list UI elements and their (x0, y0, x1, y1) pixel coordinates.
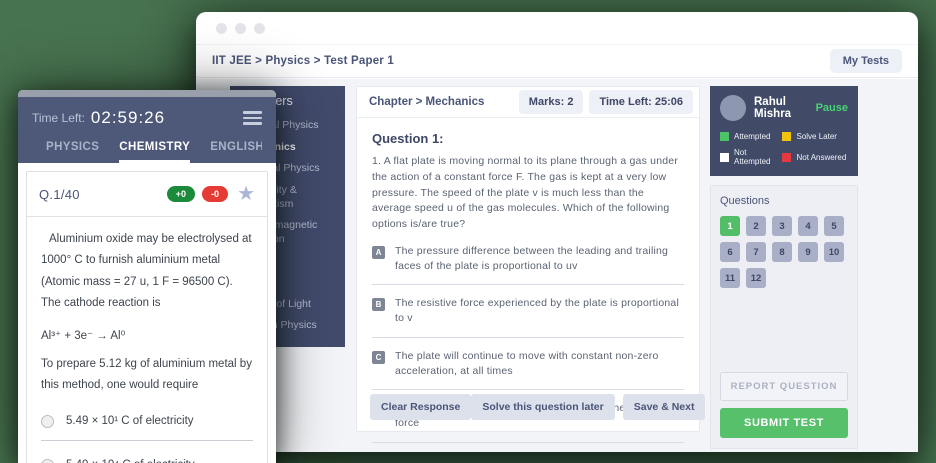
breadcrumb[interactable]: IIT JEE > Physics > Test Paper 1 (212, 55, 394, 67)
legend-not-answered: Not Answered (782, 148, 848, 166)
report-question-button[interactable]: REPORT QUESTION (720, 372, 848, 401)
radio-icon[interactable] (41, 415, 54, 428)
mobile-option-1-text: 5.49 × 10¹ C of electricity (66, 415, 194, 427)
question-tile-8[interactable]: 8 (772, 242, 792, 262)
mobile-header: Time Left: 02:59:26 PHYSICS CHEMISTRY EN… (18, 97, 276, 163)
solve-later-button[interactable]: Solve this question later (471, 394, 614, 420)
mobile-timer: 02:59:26 (91, 108, 165, 128)
attempted-swatch-icon (720, 132, 729, 141)
radio-icon[interactable] (41, 459, 54, 463)
tab-chemistry[interactable]: CHEMISTRY (119, 141, 190, 163)
mobile-question-text-2: To prepare 5.12 kg of aluminium metal by… (41, 354, 253, 397)
right-panel: Rahul Mishra Pause Attempted Solve Later… (710, 86, 858, 449)
option-c[interactable]: C The plate will continue to move with c… (372, 349, 684, 379)
option-a-text: The pressure difference between the lead… (395, 244, 684, 274)
mobile-app-window: Time Left: 02:59:26 PHYSICS CHEMISTRY EN… (18, 90, 276, 463)
question-number-grid: 1 2 3 4 5 6 7 8 9 10 11 12 (720, 216, 848, 288)
positive-marks-badge: +0 (167, 186, 195, 202)
question-tile-7[interactable]: 7 (746, 242, 766, 262)
clear-response-button[interactable]: Clear Response (370, 394, 471, 420)
user-name: Rahul Mishra (754, 96, 808, 120)
submit-test-button[interactable]: SUBMIT TEST (720, 408, 848, 438)
user-box: Rahul Mishra Pause Attempted Solve Later… (710, 86, 858, 176)
divider (372, 284, 684, 285)
question-text: 1. A flat plate is moving normal to its … (372, 154, 684, 233)
mobile-option-2-text: 5.49 × 10⁴ C of electricity (66, 459, 195, 463)
save-next-button[interactable]: Save & Next (623, 394, 706, 420)
question-tile-9[interactable]: 9 (798, 242, 818, 262)
window-titlebar (196, 12, 918, 44)
window-dot-icon[interactable] (254, 23, 265, 34)
window-dot-icon[interactable] (235, 23, 246, 34)
bookmark-star-icon[interactable]: ★ (237, 184, 255, 204)
mobile-time-left-label: Time Left: (32, 111, 85, 125)
chemical-reaction: Al³⁺ + 3e⁻ → Al⁰ (27, 314, 267, 342)
tab-physics[interactable]: PHYSICS (46, 141, 99, 163)
option-b-badge: B (372, 298, 385, 311)
my-tests-button[interactable]: My Tests (830, 49, 902, 73)
mobile-option-1[interactable]: 5.49 × 10¹ C of electricity (27, 397, 267, 428)
legend-label: Not Answered (796, 153, 846, 162)
question-tile-10[interactable]: 10 (824, 242, 844, 262)
window-dot-icon[interactable] (216, 23, 227, 34)
question-tile-4[interactable]: 4 (798, 216, 818, 236)
questions-title: Questions (720, 195, 848, 207)
mobile-question-text: Aluminium oxide may be electrolysed at 1… (41, 229, 253, 314)
question-title: Question 1: (372, 131, 684, 146)
option-b[interactable]: B The resistive force experienced by the… (372, 296, 684, 326)
mobile-question-card: Q.1/40 +0 -0 ★ Aluminium oxide may be el… (26, 171, 268, 463)
question-footer: Clear Response Solve this question later… (370, 394, 686, 420)
legend-label: Not Attempted (734, 148, 778, 166)
mobile-body: Q.1/40 +0 -0 ★ Aluminium oxide may be el… (18, 163, 276, 463)
divider (372, 389, 684, 390)
status-legend: Attempted Solve Later Not Attempted Not … (720, 132, 848, 166)
tab-english-proficiency[interactable]: ENGLISH PROFICIENCY (210, 141, 262, 163)
option-b-text: The resistive force experienced by the p… (395, 296, 684, 326)
not-attempted-swatch-icon (720, 153, 729, 162)
question-tile-1[interactable]: 1 (720, 216, 740, 236)
solve-later-swatch-icon (782, 132, 791, 141)
content-area: Chapters General Physics Mechanics Therm… (196, 79, 918, 452)
divider (372, 442, 684, 443)
divider (372, 337, 684, 338)
question-panel: Chapter > Mechanics Marks: 2 Time Left: … (356, 86, 700, 432)
subject-tabs: PHYSICS CHEMISTRY ENGLISH PROFICIENCY (32, 128, 262, 163)
chapter-path: Chapter > Mechanics (369, 96, 484, 108)
time-left-badge: Time Left: 25:06 (589, 90, 693, 114)
hamburger-menu-icon[interactable] (243, 108, 262, 128)
legend-solve-later: Solve Later (782, 132, 848, 141)
not-answered-swatch-icon (782, 153, 791, 162)
mobile-option-2[interactable]: 5.49 × 10⁴ C of electricity (27, 441, 267, 463)
question-tile-5[interactable]: 5 (824, 216, 844, 236)
legend-label: Attempted (734, 132, 770, 141)
browser-window: IIT JEE > Physics > Test Paper 1 My Test… (196, 12, 918, 452)
option-c-badge: C (372, 351, 385, 364)
top-nav-bar: IIT JEE > Physics > Test Paper 1 My Test… (196, 44, 918, 78)
legend-label: Solve Later (796, 132, 836, 141)
question-tile-11[interactable]: 11 (720, 268, 740, 288)
avatar (720, 95, 746, 121)
legend-attempted: Attempted (720, 132, 778, 141)
option-a[interactable]: A The pressure difference between the le… (372, 244, 684, 274)
question-tile-3[interactable]: 3 (772, 216, 792, 236)
question-tile-12[interactable]: 12 (746, 268, 766, 288)
legend-not-attempted: Not Attempted (720, 148, 778, 166)
option-a-badge: A (372, 246, 385, 259)
question-tile-6[interactable]: 6 (720, 242, 740, 262)
option-c-text: The plate will continue to move with con… (395, 349, 684, 379)
questions-palette: Questions 1 2 3 4 5 6 7 8 9 10 11 12 REP… (710, 185, 858, 449)
phone-status-bar (18, 90, 276, 97)
pause-button[interactable]: Pause (816, 102, 848, 114)
question-panel-header: Chapter > Mechanics Marks: 2 Time Left: … (357, 87, 699, 118)
marks-badge: Marks: 2 (519, 90, 584, 114)
negative-marks-badge: -0 (202, 186, 228, 202)
question-tile-2[interactable]: 2 (746, 216, 766, 236)
mobile-question-header: Q.1/40 +0 -0 ★ (27, 172, 267, 217)
question-counter: Q.1/40 (39, 187, 80, 202)
